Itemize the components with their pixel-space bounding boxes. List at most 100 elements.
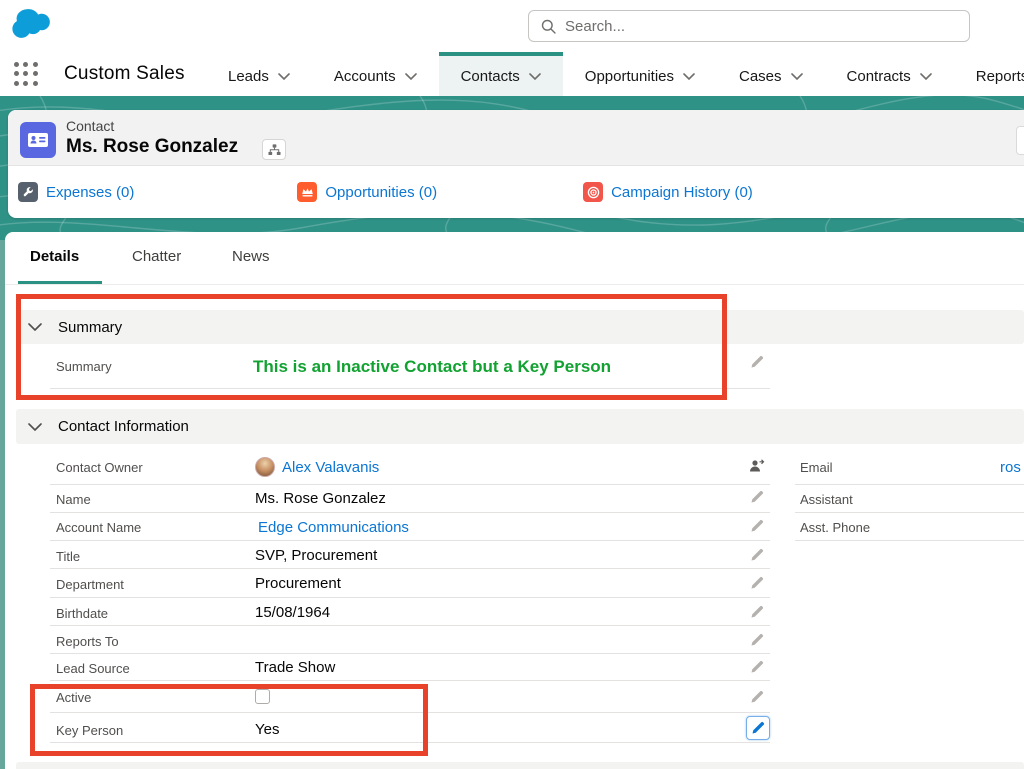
salesforce-cloud-icon bbox=[10, 6, 56, 45]
nav-tabs: Leads Accounts Contacts Opportunities Ca… bbox=[206, 52, 1024, 96]
edit-pencil-icon[interactable] bbox=[750, 576, 764, 590]
nav-tab-cases[interactable]: Cases bbox=[717, 52, 825, 96]
tab-details[interactable]: Details bbox=[30, 248, 79, 265]
change-owner-icon[interactable] bbox=[748, 458, 765, 474]
field-label-name: Name bbox=[56, 492, 91, 507]
global-header bbox=[0, 0, 1024, 52]
chevron-down-icon bbox=[683, 73, 695, 80]
row-divider bbox=[50, 597, 770, 598]
edit-pencil-icon[interactable] bbox=[750, 690, 764, 704]
row-divider bbox=[795, 540, 1024, 541]
field-value-title: SVP, Procurement bbox=[255, 547, 377, 564]
edit-pencil-icon bbox=[751, 721, 765, 735]
chevron-down-icon bbox=[278, 73, 290, 80]
field-value-birthdate: 15/08/1964 bbox=[255, 604, 330, 621]
edit-pencil-icon[interactable] bbox=[750, 660, 764, 674]
next-section-band[interactable] bbox=[16, 762, 1024, 769]
row-divider bbox=[50, 540, 770, 541]
edit-pencil-icon[interactable] bbox=[750, 633, 764, 647]
section-header-contact-information[interactable]: Contact Information bbox=[16, 409, 1024, 444]
tab-news[interactable]: News bbox=[232, 248, 270, 265]
field-value-email[interactable]: ros bbox=[1000, 459, 1021, 476]
header-action-button-partial[interactable] bbox=[1016, 126, 1024, 155]
nav-tab-leads[interactable]: Leads bbox=[206, 52, 312, 96]
chevron-down-icon bbox=[405, 73, 417, 80]
active-tab-underline bbox=[18, 281, 102, 284]
global-search bbox=[528, 10, 970, 42]
field-label-title: Title bbox=[56, 549, 80, 564]
field-label-lead-source: Lead Source bbox=[56, 661, 130, 676]
field-value-contact-owner[interactable]: Alex Valavanis bbox=[282, 459, 379, 476]
row-divider bbox=[50, 388, 770, 389]
avatar bbox=[255, 457, 275, 477]
app-launcher-icon[interactable] bbox=[14, 62, 40, 88]
field-value-summary: This is an Inactive Contact but a Key Pe… bbox=[253, 357, 611, 377]
entity-label: Contact bbox=[66, 118, 114, 134]
field-value-name: Ms. Rose Gonzalez bbox=[255, 490, 386, 507]
quick-link-campaign-history[interactable]: Campaign History (0) bbox=[583, 182, 753, 202]
edit-pencil-icon[interactable] bbox=[750, 355, 764, 369]
nav-tab-contracts[interactable]: Contracts bbox=[825, 52, 954, 96]
nav-tab-contacts[interactable]: Contacts bbox=[439, 52, 563, 96]
salesforce-contact-page: Custom Sales Leads Accounts Contacts Opp… bbox=[0, 0, 1024, 769]
view-hierarchy-button[interactable] bbox=[262, 139, 286, 160]
row-divider bbox=[50, 712, 770, 713]
row-divider bbox=[50, 742, 770, 743]
field-label-birthdate: Birthdate bbox=[56, 606, 108, 621]
field-label-asst-phone: Asst. Phone bbox=[800, 520, 870, 535]
row-divider bbox=[50, 653, 770, 654]
crown-icon bbox=[297, 182, 317, 202]
search-icon bbox=[541, 19, 556, 34]
field-label-contact-owner: Contact Owner bbox=[56, 460, 143, 475]
field-value-department: Procurement bbox=[255, 575, 341, 592]
edit-pencil-icon[interactable] bbox=[750, 490, 764, 504]
tab-chatter[interactable]: Chatter bbox=[132, 248, 181, 265]
hierarchy-icon bbox=[268, 144, 281, 156]
field-label-active: Active bbox=[56, 690, 91, 705]
row-divider bbox=[795, 484, 1024, 485]
section-chevron-icon bbox=[28, 423, 42, 431]
field-value-lead-source: Trade Show bbox=[255, 659, 335, 676]
field-label-reports-to: Reports To bbox=[56, 634, 119, 649]
field-label-assistant: Assistant bbox=[800, 492, 853, 507]
field-value-account-name[interactable]: Edge Communications bbox=[258, 519, 409, 536]
active-checkbox[interactable] bbox=[255, 689, 270, 704]
record-header-card: Contact Ms. Rose Gonzalez Expenses (0) bbox=[8, 110, 1024, 218]
nav-tab-reports[interactable]: Reports bbox=[954, 52, 1024, 96]
record-header-upper: Contact Ms. Rose Gonzalez bbox=[8, 110, 1024, 166]
chevron-down-icon bbox=[791, 73, 803, 80]
row-divider bbox=[50, 568, 770, 569]
quick-link-expenses[interactable]: Expenses (0) bbox=[18, 182, 134, 202]
row-divider bbox=[50, 625, 770, 626]
row-divider bbox=[50, 680, 770, 681]
record-name: Ms. Rose Gonzalez bbox=[66, 136, 238, 158]
row-divider bbox=[795, 512, 1024, 513]
tab-row-divider bbox=[5, 284, 1024, 285]
row-divider bbox=[50, 484, 770, 485]
nav-tab-accounts[interactable]: Accounts bbox=[312, 52, 439, 96]
field-label-department: Department bbox=[56, 577, 124, 592]
edit-pencil-icon[interactable] bbox=[750, 519, 764, 533]
field-label-account-name: Account Name bbox=[56, 520, 141, 535]
chevron-down-icon bbox=[529, 73, 541, 80]
campaign-icon bbox=[583, 182, 603, 202]
key-person-edit-button[interactable] bbox=[746, 716, 770, 740]
field-label-email: Email bbox=[800, 460, 833, 475]
row-divider bbox=[50, 512, 770, 513]
edit-pencil-icon[interactable] bbox=[750, 605, 764, 619]
nav-tab-opportunities[interactable]: Opportunities bbox=[563, 52, 717, 96]
wrench-icon bbox=[18, 182, 38, 202]
field-label-summary: Summary bbox=[56, 359, 112, 374]
app-navigation-bar: Custom Sales Leads Accounts Contacts Opp… bbox=[0, 52, 1024, 96]
section-header-summary[interactable]: Summary bbox=[16, 310, 1024, 344]
field-label-key-person: Key Person bbox=[56, 723, 123, 738]
chevron-down-icon bbox=[920, 73, 932, 80]
field-value-key-person: Yes bbox=[255, 721, 279, 738]
contact-entity-icon bbox=[20, 122, 56, 158]
edit-pencil-icon[interactable] bbox=[750, 548, 764, 562]
search-input[interactable] bbox=[565, 18, 969, 35]
app-name[interactable]: Custom Sales bbox=[64, 52, 185, 96]
quick-link-opportunities[interactable]: Opportunities (0) bbox=[297, 182, 437, 202]
related-quick-links: Expenses (0) Opportunities (0) Campaign … bbox=[8, 166, 1024, 218]
section-chevron-icon bbox=[28, 323, 42, 331]
